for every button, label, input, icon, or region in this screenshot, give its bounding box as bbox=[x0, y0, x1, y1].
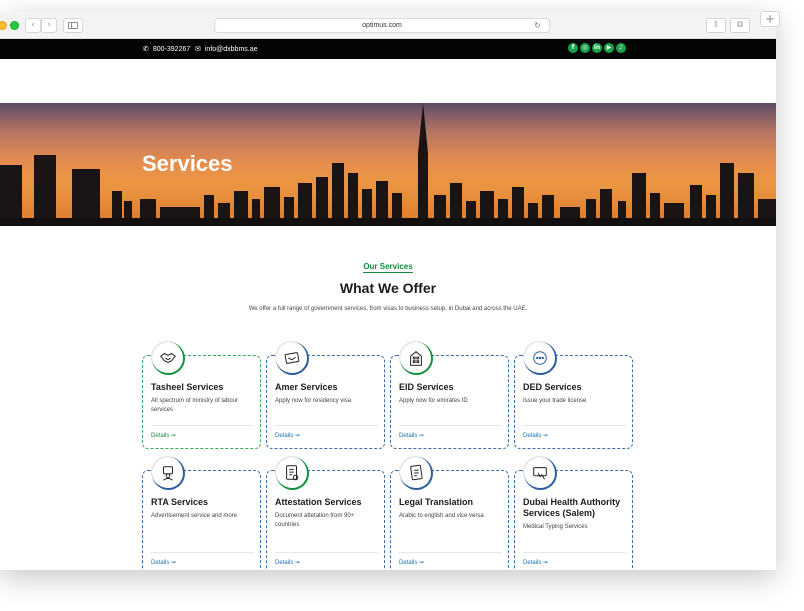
sidebar-icon bbox=[68, 22, 78, 29]
details-link[interactable]: Details ➞ bbox=[275, 432, 300, 439]
health-card-icon bbox=[524, 457, 557, 490]
service-card-rta[interactable]: RTA Services Advertisement service and m… bbox=[142, 457, 261, 570]
card-divider bbox=[275, 425, 378, 426]
address-bar[interactable]: optimus.com ↻ bbox=[214, 18, 550, 33]
phone-link[interactable]: ✆ 800-392267 bbox=[143, 44, 190, 55]
card-divider bbox=[275, 552, 378, 553]
details-link[interactable]: Details ➞ bbox=[151, 432, 176, 439]
card-description: Apply now for emirates ID bbox=[399, 398, 468, 404]
card-divider bbox=[523, 425, 626, 426]
instagram-icon[interactable]: ◎ bbox=[580, 43, 590, 53]
share-icon: ⇪ bbox=[712, 20, 720, 30]
chevron-left-icon: ‹ bbox=[31, 20, 35, 30]
card-divider bbox=[523, 552, 626, 553]
tabs-icon: ⧉ bbox=[736, 20, 744, 30]
card-title: DED Services bbox=[523, 382, 582, 392]
card-title: Attestation Services bbox=[275, 497, 362, 507]
email-link[interactable]: ✉ info@dxbbms.ae bbox=[195, 44, 258, 55]
building-icon bbox=[400, 342, 433, 375]
page-title: Services bbox=[142, 151, 233, 176]
details-link[interactable]: Details ➞ bbox=[151, 559, 176, 566]
card-divider bbox=[151, 552, 254, 553]
passport-icon bbox=[276, 342, 309, 375]
card-title: RTA Services bbox=[151, 497, 209, 507]
details-link[interactable]: Details ➞ bbox=[399, 432, 424, 439]
section-heading: What We Offer bbox=[339, 280, 437, 296]
chat-icon bbox=[524, 342, 557, 375]
minimize-window-button[interactable] bbox=[0, 21, 7, 30]
card-divider bbox=[399, 425, 502, 426]
handshake-icon bbox=[152, 342, 185, 375]
browser-toolbar: ‹ › optimus.com ↻ ⇪ ⧉ bbox=[0, 12, 776, 39]
card-description: All spectrum of ministry of labour servi… bbox=[151, 398, 239, 413]
email-address: info@dxbbms.ae bbox=[204, 46, 258, 53]
sidebar-toggle-button[interactable] bbox=[63, 18, 83, 33]
mail-icon: ✉ bbox=[195, 45, 201, 53]
section-intro: We offer a full range of government serv… bbox=[248, 306, 528, 312]
service-card-legal-translation[interactable]: Legal Translation Arabic to english and … bbox=[390, 457, 509, 570]
card-title: Tasheel Services bbox=[151, 382, 224, 392]
back-button[interactable]: ‹ bbox=[25, 18, 41, 33]
service-card-ded[interactable]: DED Services Issue your trade license De… bbox=[514, 342, 633, 449]
chevron-right-icon: › bbox=[47, 20, 51, 30]
dubai-skyline-image bbox=[0, 103, 776, 226]
service-card-amer[interactable]: Amer Services Apply now for residency vi… bbox=[266, 342, 385, 449]
details-link[interactable]: Details ➞ bbox=[275, 559, 300, 566]
card-description: Arabic to english and vice versa bbox=[399, 513, 484, 519]
details-link[interactable]: Details ➞ bbox=[523, 559, 548, 566]
social-links: f ◎ in ▶ ♪ bbox=[568, 43, 626, 53]
service-card-eid[interactable]: EID Services Apply now for emirates ID D… bbox=[390, 342, 509, 449]
phone-icon: ✆ bbox=[143, 45, 149, 53]
card-description: Document attetation from 90+ countries bbox=[275, 513, 355, 528]
share-button[interactable]: ⇪ bbox=[706, 18, 726, 33]
card-divider bbox=[151, 425, 254, 426]
details-link[interactable]: Details ➞ bbox=[399, 559, 424, 566]
card-title: Amer Services bbox=[275, 382, 338, 392]
service-card-dha[interactable]: Dubai Health Authority Services (Salem) … bbox=[514, 457, 633, 570]
new-tab-button[interactable]: + bbox=[760, 11, 780, 27]
linkedin-icon[interactable]: in bbox=[592, 43, 602, 53]
card-title: Legal Translation bbox=[399, 497, 474, 507]
service-card-attestation[interactable]: Attestation Services Document attetation… bbox=[266, 457, 385, 570]
card-description: Apply now for residency visa bbox=[275, 398, 352, 404]
youtube-icon[interactable]: ▶ bbox=[604, 43, 614, 53]
section-kicker-text: Our Services bbox=[363, 262, 413, 273]
zoom-window-button[interactable] bbox=[10, 21, 19, 30]
contact-topbar: ✆ 800-392267 ✉ info@dxbbms.ae f ◎ in ▶ ♪ bbox=[0, 39, 776, 59]
agent-icon bbox=[152, 457, 185, 490]
url-text: optimus.com bbox=[362, 22, 402, 29]
tiktok-icon[interactable]: ♪ bbox=[616, 43, 626, 53]
forward-button[interactable]: › bbox=[41, 18, 57, 33]
facebook-icon[interactable]: f bbox=[568, 43, 578, 53]
section-kicker: Our Services bbox=[0, 262, 776, 273]
card-title: Dubai Health Authority Services (Salem) bbox=[523, 497, 621, 518]
hero-banner: Services bbox=[0, 103, 776, 226]
translate-document-icon bbox=[400, 457, 433, 490]
service-card-tasheel[interactable]: Tasheel Services All spectrum of ministr… bbox=[142, 342, 261, 449]
tab-overview-button[interactable]: ⧉ bbox=[730, 18, 750, 33]
reload-icon[interactable]: ↻ bbox=[534, 19, 541, 32]
browser-window: ‹ › optimus.com ↻ ⇪ ⧉ ✆ 800-392267 ✉ info@… bbox=[0, 12, 776, 570]
card-description: Medical Typing Services bbox=[523, 524, 588, 530]
card-description: Advertisement service and more bbox=[151, 513, 238, 519]
details-link[interactable]: Details ➞ bbox=[523, 432, 548, 439]
document-stamp-icon bbox=[276, 457, 309, 490]
card-divider bbox=[399, 552, 502, 553]
phone-number: 800-392267 bbox=[152, 46, 191, 53]
card-description: Issue your trade license bbox=[523, 398, 587, 404]
card-title: EID Services bbox=[399, 382, 454, 392]
